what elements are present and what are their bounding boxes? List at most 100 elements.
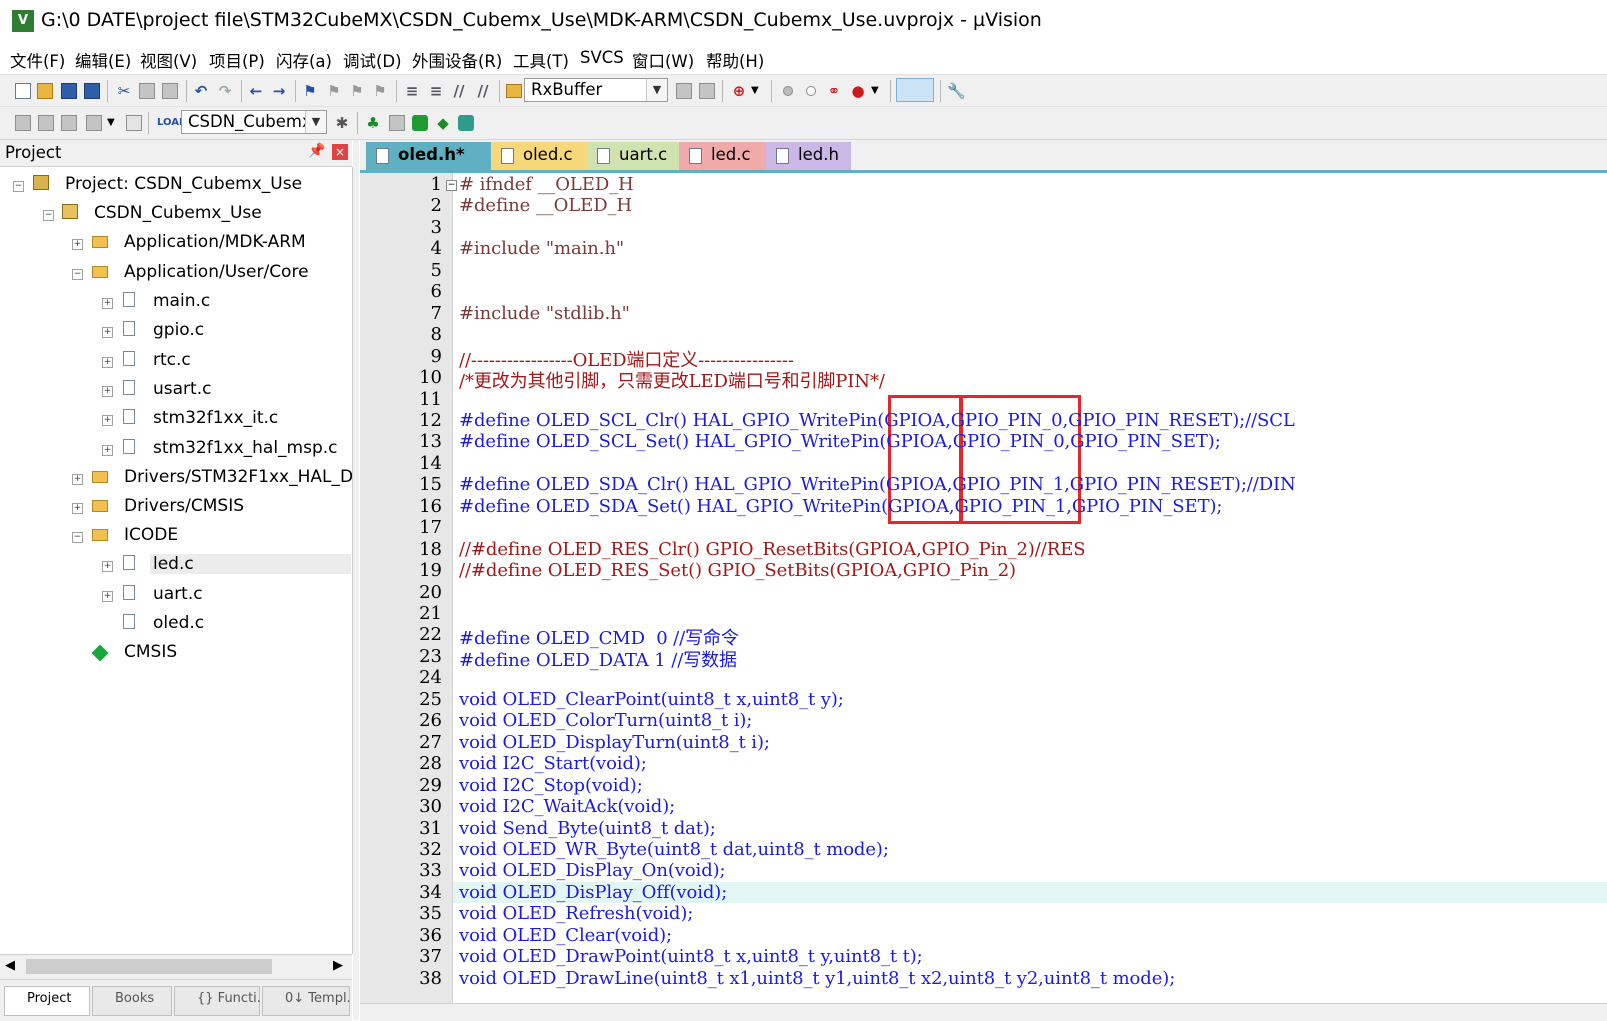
expand-icon[interactable]: + (102, 561, 113, 572)
expand-icon[interactable]: + (102, 327, 113, 338)
code-line[interactable]: #define OLED_SDA_Clr() HAL_GPIO_WritePin… (459, 474, 1296, 495)
batch-build-icon[interactable] (86, 115, 102, 131)
menu-flash[interactable]: 闪存(a) (276, 48, 332, 72)
collapse-icon[interactable]: − (43, 210, 54, 221)
tree-item-stm32f1xx-it-c[interactable]: + stm32f1xx_it.c (0, 405, 352, 433)
menu-window[interactable]: 窗口(W) (632, 48, 694, 72)
code-line[interactable]: void Send_Byte(uint8_t dat); (459, 818, 716, 839)
tree-item-application-mdk-arm[interactable]: + Application/MDK-ARM (0, 229, 352, 257)
tree-item-cmsis[interactable]: CMSIS (0, 639, 352, 667)
incremental-find-icon[interactable] (699, 83, 715, 99)
pane-splitter[interactable] (353, 140, 359, 1020)
breakpoint-insert-icon[interactable] (783, 86, 793, 96)
code-line[interactable]: void OLED_DisPlay_On(void); (459, 860, 726, 881)
run-time-environment-icon[interactable] (458, 115, 474, 131)
debug-session-icon[interactable]: ⊕ (731, 83, 747, 99)
code-line[interactable]: //#define OLED_RES_Clr() GPIO_ResetBits(… (459, 539, 1086, 560)
tab-oled-c[interactable]: oled.c (491, 142, 587, 170)
tab-led-c[interactable]: led.c (679, 142, 766, 170)
select-packs-icon[interactable]: ◆ (435, 115, 451, 131)
indent-icon[interactable]: ≡ (404, 83, 420, 99)
target-options-icon[interactable]: ✱ (334, 115, 350, 131)
chevron-down-icon[interactable]: ▼ (305, 111, 326, 133)
target-combo[interactable]: CSDN_Cubemx ▼ (181, 110, 327, 134)
comment-icon[interactable]: // (451, 83, 467, 99)
code-line[interactable]: #define __OLED_H (459, 195, 632, 216)
unindent-icon[interactable]: ≡ (428, 83, 444, 99)
undo-icon[interactable]: ↶ (193, 83, 209, 99)
code-line[interactable]: void OLED_ColorTurn(uint8_t i); (459, 710, 752, 731)
breakpoint-kill-all-icon[interactable]: ● (850, 83, 866, 99)
code-line[interactable]: #include "main.h" (459, 238, 624, 259)
scroll-right-icon[interactable]: ▶ (333, 958, 343, 973)
expand-icon[interactable]: + (102, 386, 113, 397)
menu-svcs[interactable]: SVCS (580, 48, 624, 67)
scrollbar-thumb[interactable] (26, 959, 272, 974)
tree-item-led-c[interactable]: + led.c (0, 551, 352, 579)
save-icon[interactable] (61, 83, 77, 99)
tree-item-icode[interactable]: − ICODE (0, 522, 352, 550)
tab-functions[interactable]: {} Functi... (174, 986, 269, 1016)
collapse-icon[interactable]: − (72, 269, 83, 280)
pin-icon[interactable]: 📌 (308, 143, 325, 159)
code-line[interactable]: //#define OLED_RES_Set() GPIO_SetBits(GP… (459, 560, 1016, 581)
code-line[interactable]: void OLED_WR_Byte(uint8_t dat,uint8_t mo… (459, 839, 889, 860)
bookmark-toggle-icon[interactable]: ⚑ (302, 83, 318, 99)
code-line[interactable]: #define OLED_SCL_Clr() HAL_GPIO_WritePin… (459, 410, 1295, 431)
code-line[interactable]: void I2C_WaitAck(void); (459, 796, 675, 817)
code-line[interactable]: void OLED_Clear(void); (459, 925, 672, 946)
breakpoint-disable-icon[interactable] (806, 86, 816, 96)
tree-item-uart-c[interactable]: + uart.c (0, 581, 352, 609)
new-file-icon[interactable] (15, 83, 31, 99)
tab-oled-h[interactable]: oled.h* (366, 142, 491, 170)
build-icon[interactable] (38, 115, 54, 131)
tab-templates[interactable]: 0↓ Templ... (262, 986, 352, 1016)
open-file-icon[interactable] (37, 83, 53, 99)
code-line[interactable]: void OLED_DisplayTurn(uint8_t i); (459, 732, 770, 753)
tree-item-drivers-cmsis[interactable]: + Drivers/CMSIS (0, 493, 352, 521)
tab-project[interactable]: Project (4, 986, 90, 1016)
code-line[interactable]: void I2C_Start(void); (459, 753, 647, 774)
cut-icon[interactable]: ✂ (116, 83, 132, 99)
code-line[interactable]: # ifndef __OLED_H (459, 174, 634, 195)
copy-icon[interactable] (139, 83, 155, 99)
collapse-icon[interactable]: − (72, 532, 83, 543)
menu-edit[interactable]: 编辑(E) (75, 48, 131, 72)
editor-horizontal-scrollbar[interactable] (360, 1003, 1607, 1021)
expand-icon[interactable]: + (72, 474, 83, 485)
find-in-files-icon[interactable] (506, 84, 522, 98)
configure-icon[interactable]: 🔧 (947, 83, 966, 99)
code-line[interactable]: void OLED_DisPlay_Off(void); (459, 882, 727, 903)
code-editor[interactable]: 1 2 3 4 5 6 7 8 9 10 11 12 13 14 15 16 17 18 19 20 21 22 23 24 2… (360, 173, 1607, 1020)
bookmark-prev-icon[interactable]: ⚑ (326, 83, 342, 99)
tree-item-project-root[interactable]: − Project: CSDN_Cubemx_Use (0, 171, 352, 199)
code-line[interactable]: #define OLED_SCL_Set() HAL_GPIO_WritePin… (459, 431, 1221, 452)
code-line[interactable]: /*更改为其他引脚，只需更改LED端口号和引脚PIN*/ (459, 367, 885, 393)
translate-icon[interactable] (15, 115, 31, 131)
tree-item-usart-c[interactable]: + usart.c (0, 376, 352, 404)
bookmark-clear-icon[interactable]: ⚑ (372, 83, 388, 99)
menu-view[interactable]: 视图(V) (140, 48, 197, 72)
navigate-forward-icon[interactable]: → (271, 83, 287, 99)
tab-led-h[interactable]: led.h (766, 142, 851, 170)
paste-icon[interactable] (162, 83, 178, 99)
find-combo[interactable]: RxBuffer ▼ (524, 78, 668, 102)
menu-project[interactable]: 项目(P) (209, 48, 265, 72)
uncomment-icon[interactable]: // (475, 83, 491, 99)
code-line[interactable]: void OLED_ClearPoint(uint8_t x,uint8_t y… (459, 689, 844, 710)
tree-item-rtc-c[interactable]: + rtc.c (0, 347, 352, 375)
code-line[interactable]: void OLED_Refresh(void); (459, 903, 693, 924)
code-line[interactable]: #include "stdlib.h" (459, 303, 630, 324)
code-line[interactable]: #define OLED_DATA 1 //写数据 (459, 646, 737, 672)
manage-components-icon[interactable] (389, 115, 405, 131)
code-line[interactable]: void I2C_Stop(void); (459, 775, 643, 796)
tree-item-oled-c[interactable]: oled.c (0, 610, 352, 638)
close-icon[interactable]: × (332, 144, 348, 160)
download-icon[interactable]: LOAD (157, 115, 187, 131)
scroll-left-icon[interactable]: ◀ (5, 958, 15, 973)
file-extensions-icon[interactable]: ♣ (365, 115, 381, 131)
expand-icon[interactable]: + (102, 415, 113, 426)
menu-file[interactable]: 文件(F) (10, 48, 65, 72)
menu-peripherals[interactable]: 外围设备(R) (412, 48, 502, 72)
chevron-down-icon[interactable]: ▼ (646, 79, 667, 101)
